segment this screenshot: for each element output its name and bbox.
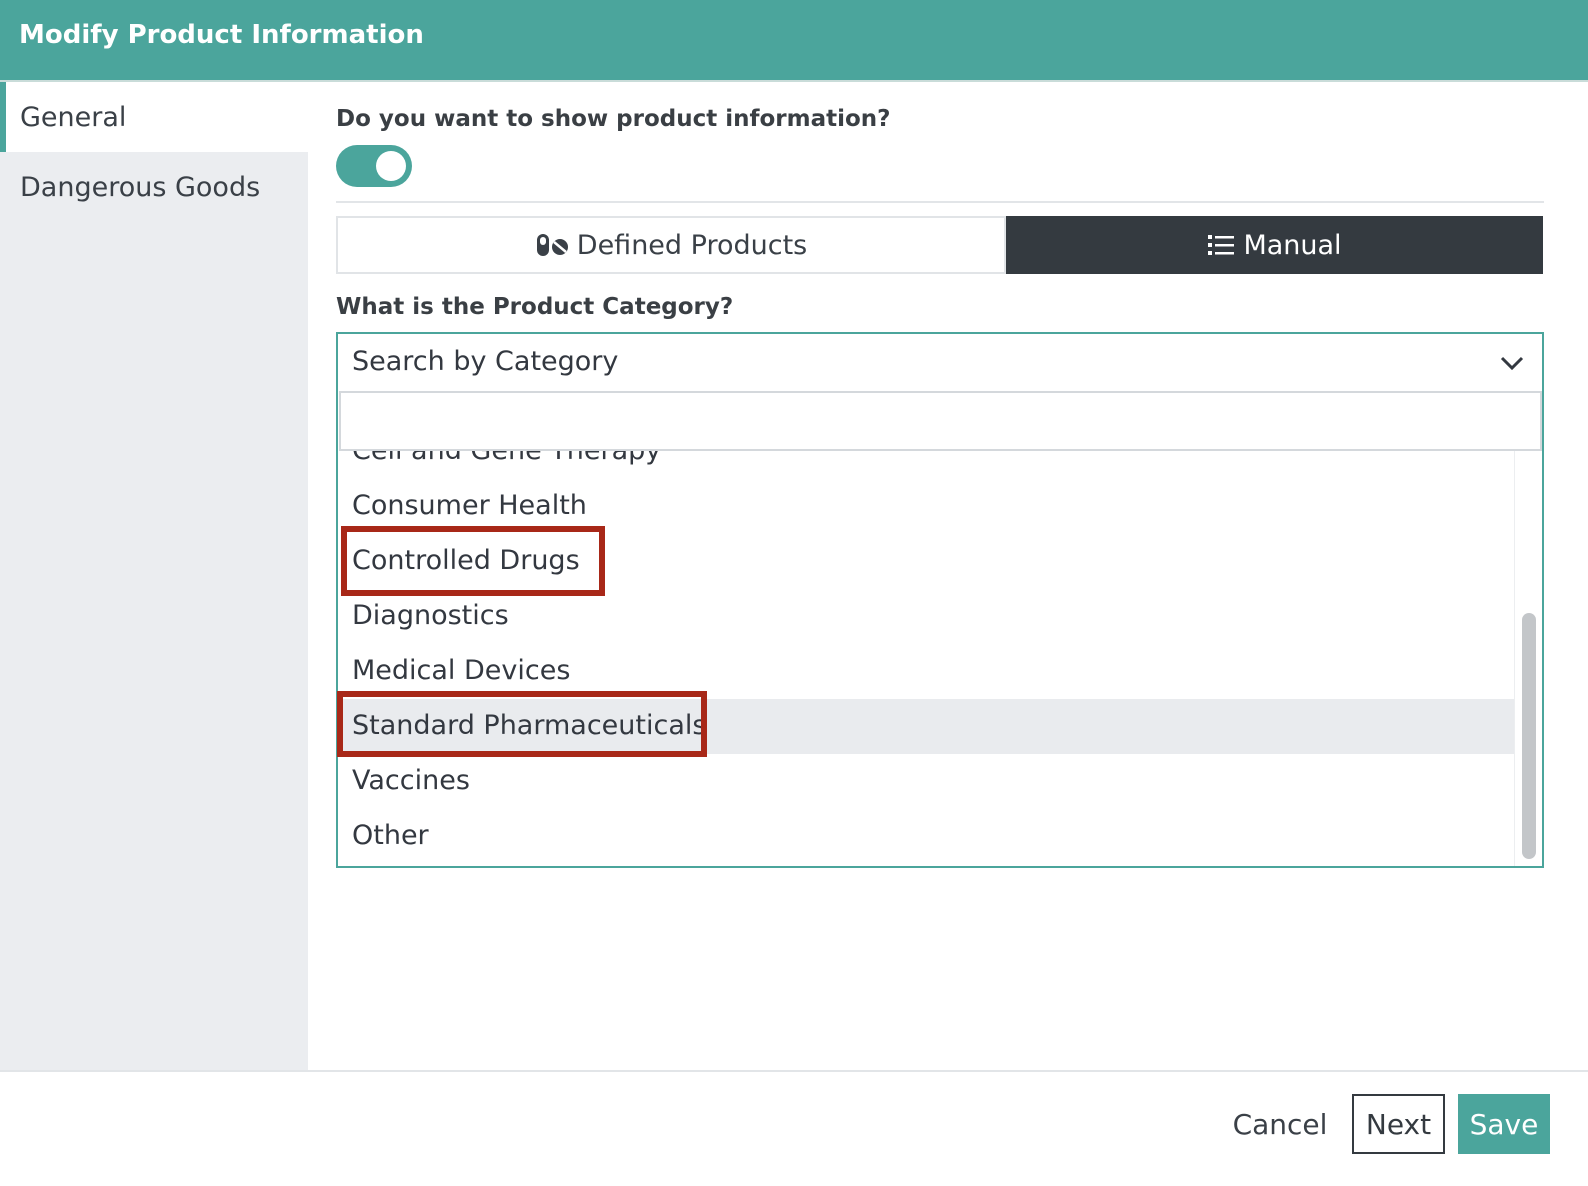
list-item[interactable]: Vaccines <box>338 754 1514 809</box>
tab-defined-products[interactable]: Defined Products <box>336 216 1006 274</box>
dialog-header: Modify Product Information <box>0 0 1588 80</box>
next-button[interactable]: Next <box>1352 1094 1445 1154</box>
option-label: Vaccines <box>352 765 470 796</box>
option-label: Consumer Health <box>352 490 587 521</box>
chevron-down-icon[interactable] <box>1500 354 1524 372</box>
save-button[interactable]: Save <box>1458 1094 1550 1154</box>
category-search-input[interactable] <box>339 391 1542 451</box>
list-item[interactable]: Other <box>338 809 1514 864</box>
option-label: Other <box>352 820 429 851</box>
sidebar-item-label: General <box>20 102 127 133</box>
scrollbar-thumb[interactable] <box>1522 613 1536 859</box>
section-divider <box>336 201 1544 203</box>
dialog-title: Modify Product Information <box>19 20 424 50</box>
pills-icon <box>535 232 569 258</box>
option-label: Cell and Gene Therapy <box>352 451 661 466</box>
show-product-info-question: Do you want to show product information? <box>336 106 891 132</box>
category-options-list: Cell and Gene Therapy Consumer Health Co… <box>338 451 1514 866</box>
tab-label: Manual <box>1243 229 1342 261</box>
sidebar-item-label: Dangerous Goods <box>20 172 261 203</box>
option-label: Diagnostics <box>352 600 509 631</box>
footer-divider <box>0 1070 1588 1072</box>
annotation-box-controlled-drugs <box>341 526 605 596</box>
select-value: Search by Category <box>352 346 619 377</box>
list-icon <box>1207 233 1235 257</box>
sidebar: General Dangerous Goods <box>0 82 308 1070</box>
product-category-question: What is the Product Category? <box>336 294 734 320</box>
option-label: Medical Devices <box>352 655 571 686</box>
sidebar-item-general[interactable]: General <box>0 82 308 152</box>
list-item[interactable]: Cell and Gene Therapy <box>338 451 1514 479</box>
show-product-info-toggle[interactable] <box>336 145 412 187</box>
tab-label: Defined Products <box>576 229 808 261</box>
toggle-knob <box>376 151 406 181</box>
sidebar-item-dangerous-goods[interactable]: Dangerous Goods <box>0 152 308 222</box>
cancel-button[interactable]: Cancel <box>1228 1094 1332 1154</box>
list-item[interactable]: Diagnostics <box>338 589 1514 644</box>
product-category-select[interactable]: Search by Category Cell and Gene Therapy… <box>336 332 1544 868</box>
tab-manual[interactable]: Manual <box>1006 216 1543 274</box>
annotation-box-standard-pharmaceuticals <box>337 691 707 757</box>
options-scrollbar[interactable] <box>1514 451 1542 866</box>
